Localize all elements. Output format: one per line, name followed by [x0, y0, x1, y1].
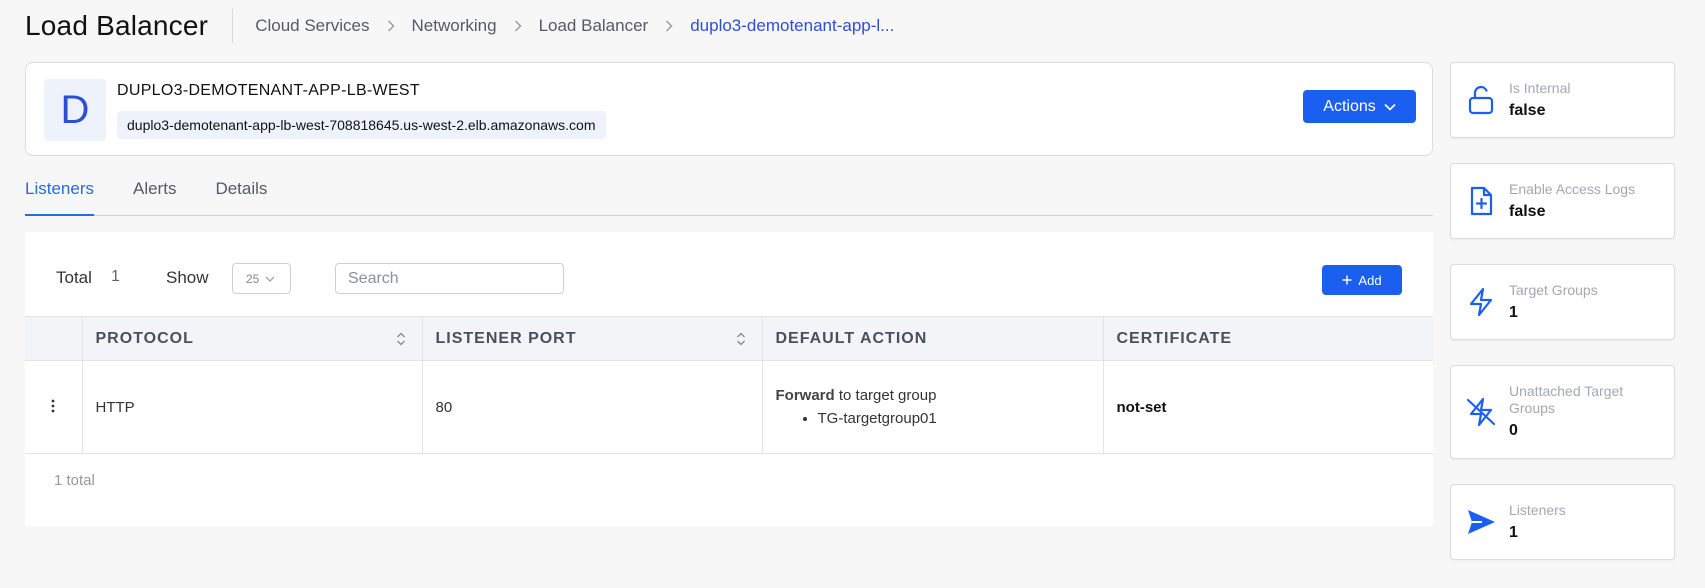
send-icon [1468, 510, 1495, 534]
load-balancer-name: DUPLO3-DEMOTENANT-APP-LB-WEST [117, 82, 420, 99]
listeners-table: PROTOCOL LISTENER PORT DEFAULT ACTION CE… [25, 316, 1433, 454]
table-toolbar: Total 1 Show 25 Add [25, 232, 1433, 316]
stat-label: Target Groups [1509, 282, 1598, 298]
stat-value: false [1509, 102, 1546, 119]
stat-label: Unattached Target Groups [1509, 383, 1624, 416]
show-label: Show [166, 268, 209, 287]
avatar: D [44, 79, 106, 141]
column-header-protocol[interactable]: PROTOCOL [81, 316, 422, 361]
breadcrumb-load-balancer[interactable]: Load Balancer [539, 16, 649, 36]
stat-value: 1 [1509, 524, 1518, 541]
stat-card-is-internal: Is Internal false [1450, 62, 1675, 138]
table-footer-total: 1 total [54, 472, 95, 489]
total-count: 1 [111, 268, 120, 285]
search-input[interactable] [335, 263, 564, 294]
add-label: Add [1358, 272, 1382, 288]
column-header-default-action: DEFAULT ACTION [761, 316, 1103, 361]
chevron-right-icon [513, 20, 523, 32]
stat-label: Listeners [1509, 502, 1566, 518]
column-header-label: PROTOCOL [95, 329, 194, 347]
cell-default-action: Forward to target group TG-targetgroup01 [761, 360, 1103, 454]
chevron-right-icon [664, 20, 674, 32]
page-header: Load Balancer Cloud Services Networking … [25, 8, 894, 44]
page-size-select[interactable]: 25 [232, 263, 291, 294]
breadcrumb-networking[interactable]: Networking [412, 16, 497, 36]
stat-card-target-groups: Target Groups 1 [1450, 264, 1675, 340]
load-balancer-card: D DUPLO3-DEMOTENANT-APP-LB-WEST duplo3-d… [25, 62, 1433, 156]
stat-value: 1 [1509, 304, 1518, 321]
tab-details[interactable]: Details [215, 168, 267, 216]
default-action-text: Forward to target group [776, 387, 1103, 404]
breadcrumb-current: duplo3-demotenant-app-l... [690, 16, 895, 35]
total-label: Total [56, 268, 92, 287]
unlock-icon [1468, 85, 1494, 115]
row-menu[interactable] [25, 360, 82, 454]
stat-value: 0 [1509, 422, 1518, 439]
table-row: HTTP 80 Forward to target group TG-targe… [25, 360, 1433, 454]
column-header-label: DEFAULT ACTION [775, 329, 928, 347]
zap-off-icon [1466, 397, 1496, 427]
cell-certificate: not-set [1102, 360, 1433, 454]
tab-bar: Listeners Alerts Details [25, 168, 1433, 216]
column-header-certificate: CERTIFICATE [1102, 316, 1433, 361]
action-description: to target group [834, 387, 937, 404]
sort-icon[interactable] [396, 331, 406, 347]
more-vertical-icon[interactable] [51, 399, 55, 413]
zap-icon [1469, 287, 1493, 317]
cell-protocol: HTTP [81, 360, 422, 454]
chevron-right-icon [386, 20, 396, 32]
chevron-down-icon [265, 276, 275, 282]
table-header-row: PROTOCOL LISTENER PORT DEFAULT ACTION CE… [25, 316, 1433, 361]
breadcrumb-cloud-services[interactable]: Cloud Services [255, 16, 369, 36]
breadcrumb: Cloud Services Networking Load Balancer … [255, 16, 894, 36]
listeners-panel: Total 1 Show 25 Add PROTOCOL LISTENER [25, 232, 1433, 526]
cell-listener-port: 80 [421, 360, 762, 454]
page-size-value: 25 [246, 271, 260, 286]
actions-label: Actions [1323, 97, 1376, 115]
column-header-menu [25, 316, 82, 361]
header-divider [232, 9, 234, 43]
add-button[interactable]: Add [1322, 265, 1402, 295]
stat-card-enable-access-logs: Enable Access Logs false [1450, 163, 1675, 239]
plus-icon [1342, 275, 1352, 285]
file-plus-icon [1470, 186, 1493, 216]
stat-card-listeners: Listeners 1 [1450, 484, 1675, 560]
page-title: Load Balancer [25, 10, 209, 41]
stat-label: Enable Access Logs [1509, 181, 1636, 197]
tab-listeners[interactable]: Listeners [25, 168, 94, 216]
target-group-item: TG-targetgroup01 [818, 410, 1103, 427]
sort-icon[interactable] [736, 331, 746, 347]
dns-name-badge: duplo3-demotenant-app-lb-west-708818645.… [117, 111, 606, 139]
column-header-label: LISTENER PORT [435, 329, 577, 347]
chevron-down-icon [1384, 103, 1396, 111]
tab-alerts[interactable]: Alerts [133, 168, 176, 216]
stat-label: Is Internal [1509, 80, 1571, 96]
stat-value: false [1509, 203, 1546, 220]
column-header-label: CERTIFICATE [1116, 329, 1233, 347]
stat-card-unattached-target-groups: Unattached Target Groups 0 [1450, 365, 1675, 459]
column-header-listener-port[interactable]: LISTENER PORT [421, 316, 762, 361]
actions-button[interactable]: Actions [1303, 90, 1416, 123]
action-type: Forward [775, 387, 835, 404]
target-group-list: TG-targetgroup01 [776, 410, 1103, 427]
